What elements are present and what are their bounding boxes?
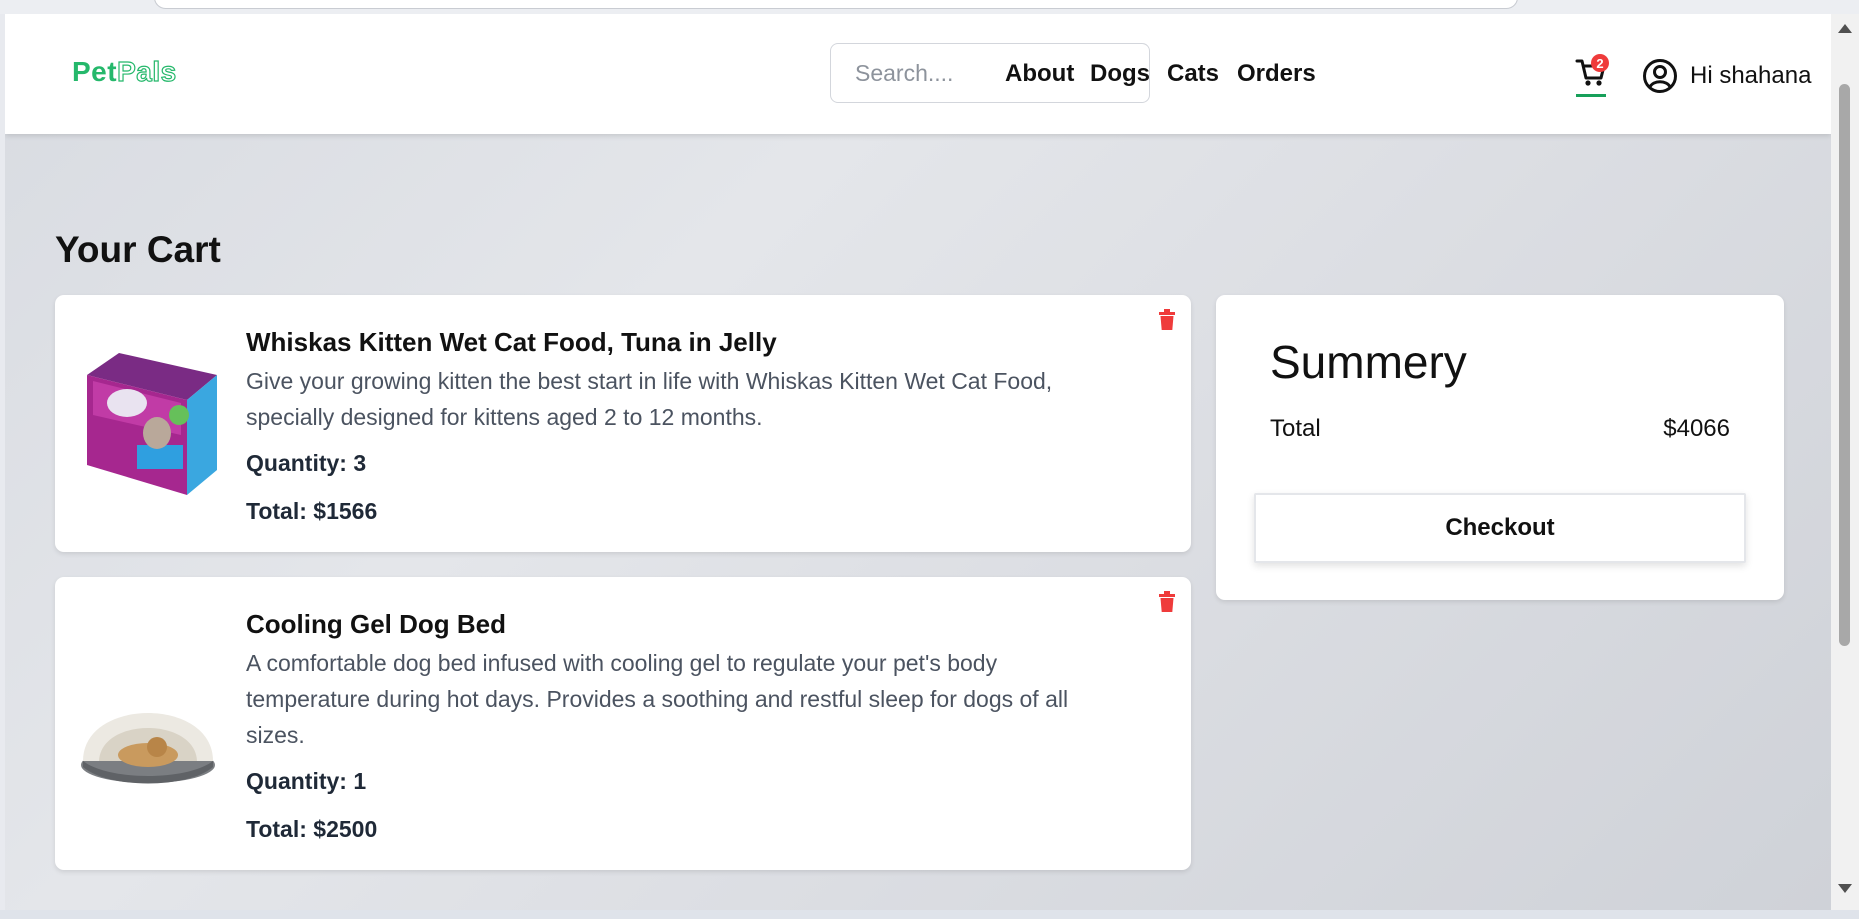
item-total: Total: $2500 — [246, 816, 378, 842]
cart-item: Whiskas Kitten Wet Cat Food, Tuna in Jel… — [55, 295, 1191, 552]
cart-button[interactable]: 2 — [1575, 54, 1609, 97]
summary-title: Summery — [1270, 336, 1467, 388]
item-total: Total: $1566 — [246, 498, 378, 524]
item-name: Whiskas Kitten Wet Cat Food, Tuna in Jel… — [246, 327, 777, 357]
user-menu[interactable]: Hi shahana — [1642, 57, 1811, 95]
summary-total-label: Total — [1270, 415, 1321, 442]
item-description: Give your growing kitten the best start … — [246, 368, 1053, 430]
trash-icon[interactable] — [1158, 591, 1176, 613]
cart-item: Cooling Gel Dog Bed A comfortable dog be… — [55, 577, 1191, 870]
app-window: PetPals About Dogs Cats Orders 2 Hi shah… — [5, 14, 1831, 910]
item-name: Cooling Gel Dog Bed — [246, 609, 506, 639]
navbar: PetPals About Dogs Cats Orders 2 Hi shah… — [5, 14, 1831, 134]
address-bar-edge — [154, 0, 1518, 9]
trash-icon[interactable] — [1158, 309, 1176, 331]
logo-part-pals: Pals — [116, 55, 177, 87]
cat-food-box-image — [87, 353, 217, 495]
cart-count-badge: 2 — [1591, 54, 1609, 72]
taskbar-edge — [0, 910, 1859, 919]
summary-card: Summery Total $4066 Checkout — [1216, 295, 1784, 600]
scroll-thumb[interactable] — [1839, 84, 1850, 646]
dog-bed-image — [81, 713, 215, 784]
nav-about[interactable]: About — [1005, 60, 1074, 88]
item-quantity: Quantity: 3 — [246, 450, 367, 476]
page-title: Your Cart — [55, 229, 221, 270]
nav-cats[interactable]: Cats — [1167, 60, 1219, 88]
item-quantity: Quantity: 1 — [246, 768, 367, 794]
vertical-scrollbar[interactable] — [1831, 14, 1859, 910]
logo[interactable]: PetPals — [72, 55, 177, 88]
user-greeting: Hi shahana — [1690, 62, 1812, 89]
user-circle-icon — [1643, 59, 1677, 93]
scroll-down-arrow-icon[interactable] — [1838, 884, 1852, 893]
summary-total-value: $4066 — [1663, 415, 1730, 442]
nav-dogs[interactable]: Dogs — [1090, 60, 1150, 88]
nav-orders[interactable]: Orders — [1237, 60, 1316, 88]
logo-part-pet: Pet — [72, 56, 118, 87]
checkout-button[interactable]: Checkout — [1254, 493, 1746, 563]
cart-active-underline — [1576, 94, 1606, 97]
scroll-up-arrow-icon[interactable] — [1838, 24, 1852, 33]
item-description: A comfortable dog bed infused with cooli… — [246, 650, 1069, 748]
browser-top-edge — [0, 0, 1859, 14]
